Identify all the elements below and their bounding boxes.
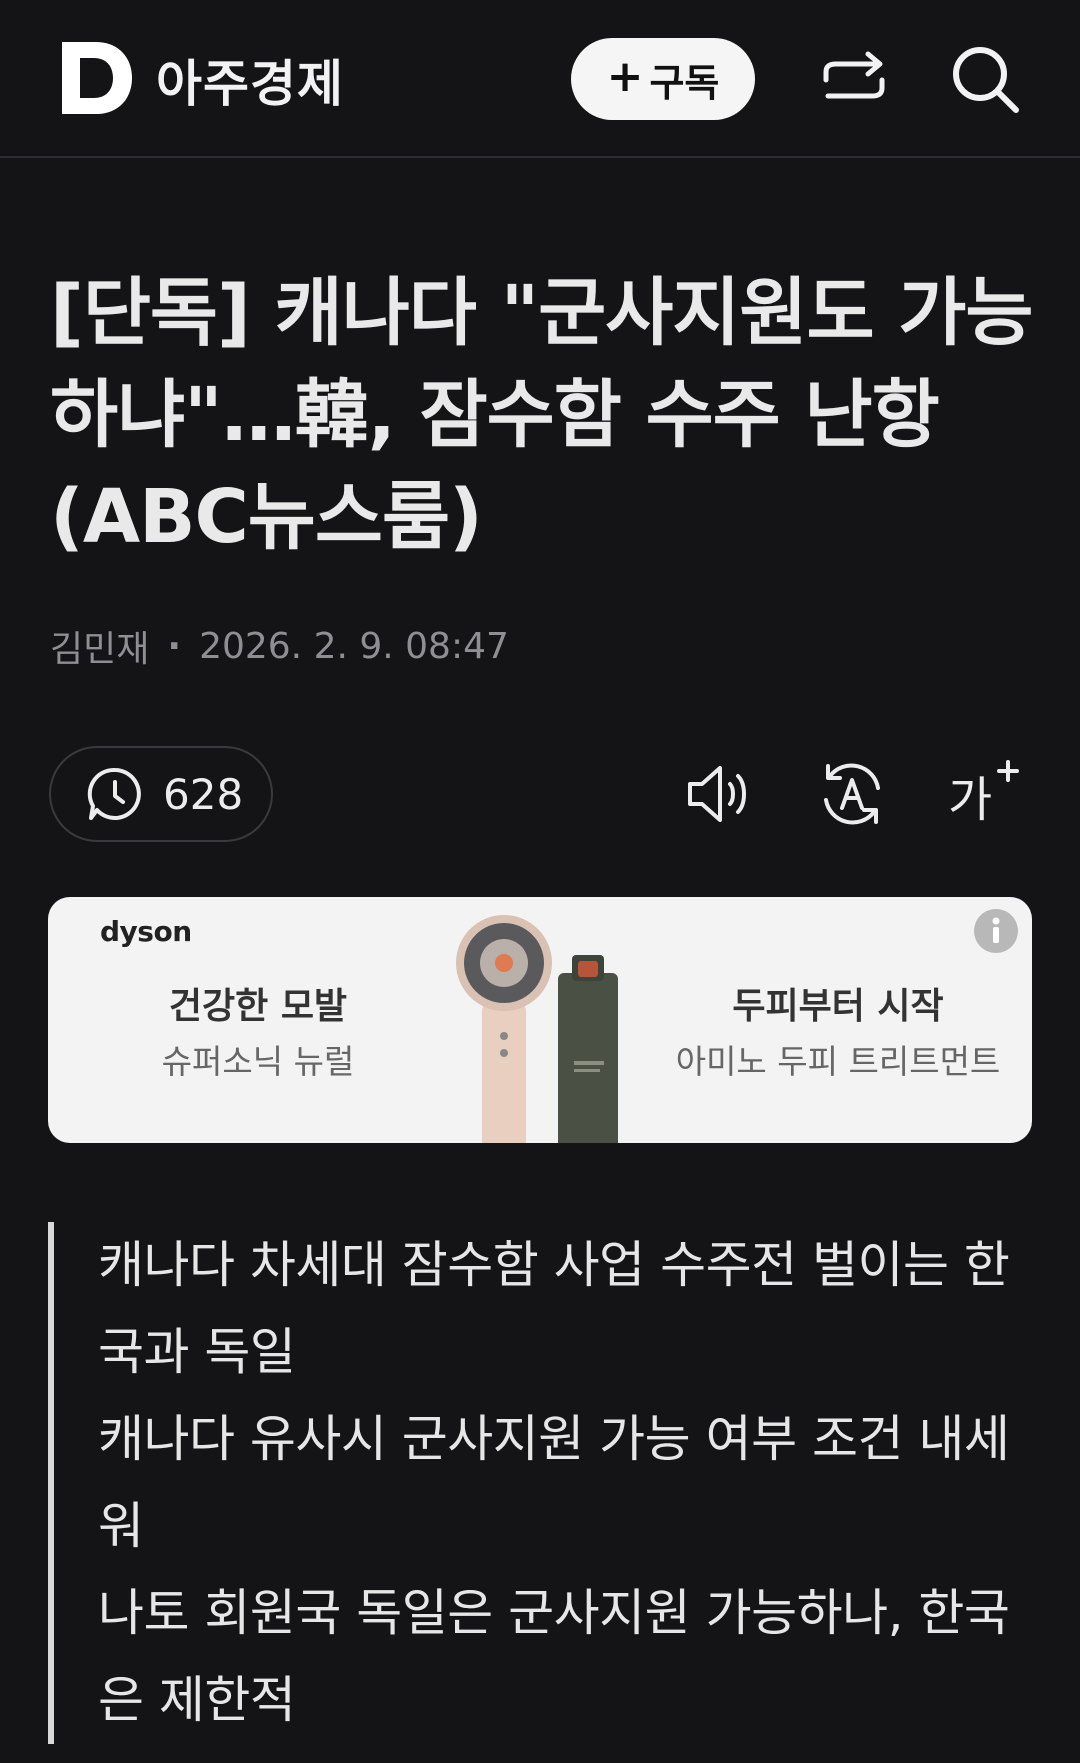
search-icon[interactable] xyxy=(950,44,1022,116)
summary-item: 나토 회원국 독일은 군사지원 가능하나, 한국은 제한적 xyxy=(98,1584,1010,1729)
info-icon[interactable] xyxy=(974,909,1018,953)
plus-icon: + xyxy=(606,51,644,102)
summary-item: 캐나다 차세대 잠수함 사업 수주전 벌이는 한국과 독일 xyxy=(98,1236,1010,1381)
ad-banner[interactable]: dyson 건강한 모발 슈퍼소닉 뉴럴 두피부터 시작 아미노 두피 트리트먼… xyxy=(48,897,1032,1143)
font-size-icon[interactable]: 가 xyxy=(948,758,1020,830)
ad-left-subtitle: 슈퍼소닉 뉴럴 xyxy=(161,1042,355,1081)
ad-right-title: 두피부터 시작 xyxy=(732,986,944,1027)
ad-product-image xyxy=(456,915,618,1143)
summary-item: 캐나다 유사시 군사지원 가능 여부 조건 내세워 xyxy=(98,1410,1010,1555)
logo-icon[interactable] xyxy=(62,42,132,114)
view-count-badge: 628 xyxy=(49,746,273,842)
view-count: 628 xyxy=(163,769,244,819)
subscribe-label: 구독 xyxy=(649,60,720,105)
ad-brand: dyson xyxy=(100,915,192,948)
app-header: 아주경제 + 구독 xyxy=(0,0,1080,158)
share-icon[interactable] xyxy=(818,44,890,116)
brand-name: 아주경제 xyxy=(156,55,344,113)
ad-left-title: 건강한 모발 xyxy=(168,986,348,1027)
author-name[interactable]: 김민재 xyxy=(50,620,149,672)
ad-right-subtitle: 아미노 두피 트리트먼트 xyxy=(675,1042,1001,1081)
subscribe-button[interactable]: + 구독 xyxy=(571,38,755,120)
meta-separator: · xyxy=(167,625,182,667)
article-meta: 김민재 · 2026. 2. 9. 08:47 xyxy=(50,620,509,672)
speaker-icon[interactable] xyxy=(684,758,756,830)
article-title: [단독] 캐나다 "군사지원도 가능하냐"…韓, 잠수함 수주 난항(ABC뉴스… xyxy=(50,270,1033,560)
publish-datetime: 2026. 2. 9. 08:47 xyxy=(199,625,509,667)
font-size-glyph: 가 xyxy=(948,772,992,828)
translate-icon[interactable] xyxy=(816,758,888,830)
article-summary: 캐나다 차세대 잠수함 사업 수주전 벌이는 한국과 독일 캐나다 유사시 군사… xyxy=(48,1222,1018,1744)
clock-chat-icon xyxy=(87,767,141,820)
